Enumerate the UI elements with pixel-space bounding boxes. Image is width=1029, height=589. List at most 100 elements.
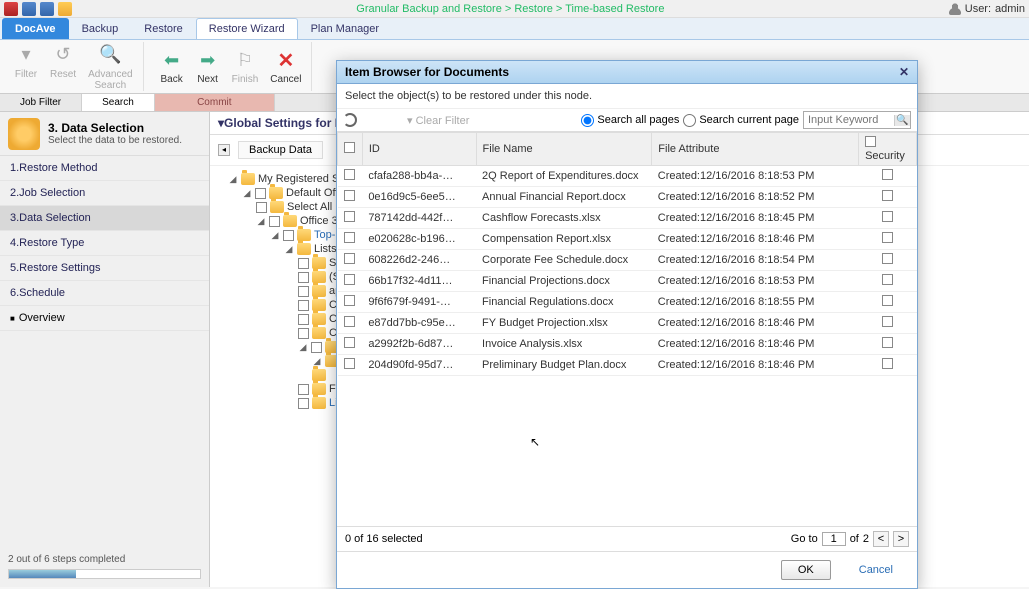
col-id[interactable]: ID: [362, 133, 476, 166]
table-row[interactable]: a2992f2b-6d87…Invoice Analysis.xlsxCreat…: [338, 334, 917, 355]
back-button[interactable]: ⬅Back: [156, 46, 188, 87]
checkbox[interactable]: [344, 253, 355, 264]
toggle-icon[interactable]: ◢: [256, 216, 266, 227]
toggle-icon[interactable]: ◢: [270, 230, 280, 241]
checkbox[interactable]: [882, 316, 893, 327]
table-row[interactable]: 9f6f679f-9491-…Financial Regulations.doc…: [338, 292, 917, 313]
step-5[interactable]: 5.Restore Settings: [0, 256, 209, 281]
checkbox[interactable]: [344, 211, 355, 222]
of-label: of: [850, 533, 859, 545]
checkbox[interactable]: [344, 295, 355, 306]
tab-restore[interactable]: Restore: [131, 18, 196, 39]
clear-filter-button[interactable]: ▾ Clear Filter: [407, 114, 469, 127]
checkbox[interactable]: [255, 188, 266, 199]
table-row[interactable]: 0e16d9c5-6ee5…Annual Financial Report.do…: [338, 187, 917, 208]
checkbox[interactable]: [882, 358, 893, 369]
cancel-button[interactable]: ✕Cancel: [266, 46, 305, 87]
filter-button: ▾Filter: [10, 41, 42, 93]
toggle-icon[interactable]: ◢: [312, 356, 322, 367]
checkbox[interactable]: [298, 314, 309, 325]
search-box: 🔍: [803, 111, 911, 129]
user-area[interactable]: User:admin: [949, 3, 1025, 15]
pager: Go to of 2 < >: [791, 531, 909, 547]
funnel-icon: ▾: [407, 115, 413, 127]
backup-handle[interactable]: ◂: [218, 144, 230, 156]
checkbox[interactable]: [344, 274, 355, 285]
checkbox[interactable]: [882, 295, 893, 306]
checkbox[interactable]: [344, 337, 355, 348]
toggle-icon[interactable]: ◢: [242, 188, 252, 199]
step-2[interactable]: 2.Job Selection: [0, 181, 209, 206]
app-icon-4[interactable]: [58, 2, 72, 16]
app-icon-3[interactable]: [40, 2, 54, 16]
col-attribute[interactable]: File Attribute: [652, 133, 859, 166]
toggle-icon[interactable]: ◢: [284, 244, 294, 255]
checkbox[interactable]: [882, 211, 893, 222]
step-6[interactable]: 6.Schedule: [0, 281, 209, 306]
checkbox[interactable]: [344, 190, 355, 201]
checkbox[interactable]: [298, 328, 309, 339]
refresh-icon[interactable]: [343, 113, 357, 127]
col-security[interactable]: Security: [859, 133, 917, 166]
close-icon[interactable]: ✕: [899, 65, 909, 79]
checkbox[interactable]: [298, 258, 309, 269]
table-row[interactable]: 787142dd-442f…Cashflow Forecasts.xlsxCre…: [338, 208, 917, 229]
checkbox[interactable]: [882, 190, 893, 201]
checkbox[interactable]: [298, 398, 309, 409]
table-row[interactable]: cfafa288-bb4a-…2Q Report of Expenditures…: [338, 166, 917, 187]
cancel-link[interactable]: Cancel: [843, 560, 909, 580]
table-row[interactable]: 608226d2-246…Corporate Fee Schedule.docx…: [338, 250, 917, 271]
tab-brand[interactable]: DocAve: [2, 18, 69, 39]
checkbox[interactable]: [256, 202, 267, 213]
total-pages: 2: [863, 533, 869, 545]
checkbox[interactable]: [344, 142, 355, 153]
checkbox[interactable]: [298, 384, 309, 395]
checkbox[interactable]: [882, 253, 893, 264]
step-overview[interactable]: Overview: [0, 306, 209, 331]
checkbox[interactable]: [882, 337, 893, 348]
step-3[interactable]: 3.Data Selection: [0, 206, 209, 231]
table-row[interactable]: 204d90fd-95d7…Preliminary Budget Plan.do…: [338, 355, 917, 376]
step-1[interactable]: 1.Restore Method: [0, 156, 209, 181]
table-row[interactable]: e87dd7bb-c95e…FY Budget Projection.xlsxC…: [338, 313, 917, 334]
app-icon-1[interactable]: [4, 2, 18, 16]
toggle-icon[interactable]: ◢: [228, 174, 238, 185]
checkbox[interactable]: [269, 216, 280, 227]
col-checkbox[interactable]: [338, 133, 363, 166]
cell-attribute: Created:12/16/2016 8:18:46 PM: [652, 229, 859, 250]
checkbox[interactable]: [344, 232, 355, 243]
checkbox[interactable]: [344, 358, 355, 369]
tab-backup[interactable]: Backup: [69, 18, 132, 39]
next-page-button[interactable]: >: [893, 531, 909, 547]
col-filename[interactable]: File Name: [476, 133, 652, 166]
ok-button[interactable]: OK: [781, 560, 831, 580]
checkbox[interactable]: [298, 286, 309, 297]
tab-plan-manager[interactable]: Plan Manager: [298, 18, 393, 39]
table-row[interactable]: 66b17f32-4d11…Financial Projections.docx…: [338, 271, 917, 292]
page-input[interactable]: [822, 532, 846, 546]
prev-page-button[interactable]: <: [873, 531, 889, 547]
checkbox[interactable]: [882, 274, 893, 285]
app-icon-2[interactable]: [22, 2, 36, 16]
tab-restore-wizard[interactable]: Restore Wizard: [196, 18, 298, 39]
checkbox[interactable]: [298, 300, 309, 311]
search-all-radio[interactable]: Search all pages: [581, 114, 679, 127]
search-current-radio[interactable]: Search current page: [683, 114, 799, 127]
checkbox[interactable]: [882, 232, 893, 243]
progress-area: 2 out of 6 steps completed: [0, 546, 209, 587]
checkbox[interactable]: [298, 272, 309, 283]
checkbox[interactable]: [865, 136, 876, 147]
search-input[interactable]: [804, 112, 894, 128]
finish-button: ⚐Finish: [228, 46, 263, 87]
checkbox[interactable]: [283, 230, 294, 241]
checkbox[interactable]: [882, 169, 893, 180]
checkbox[interactable]: [344, 169, 355, 180]
table-row[interactable]: e020628c-b196…Compensation Report.xlsxCr…: [338, 229, 917, 250]
next-button[interactable]: ➡Next: [192, 46, 224, 87]
checkbox[interactable]: [311, 342, 322, 353]
toggle-icon[interactable]: ◢: [298, 342, 308, 353]
step-4[interactable]: 4.Restore Type: [0, 231, 209, 256]
search-icon[interactable]: 🔍: [894, 115, 910, 126]
finish-icon: ⚐: [233, 48, 257, 72]
checkbox[interactable]: [344, 316, 355, 327]
